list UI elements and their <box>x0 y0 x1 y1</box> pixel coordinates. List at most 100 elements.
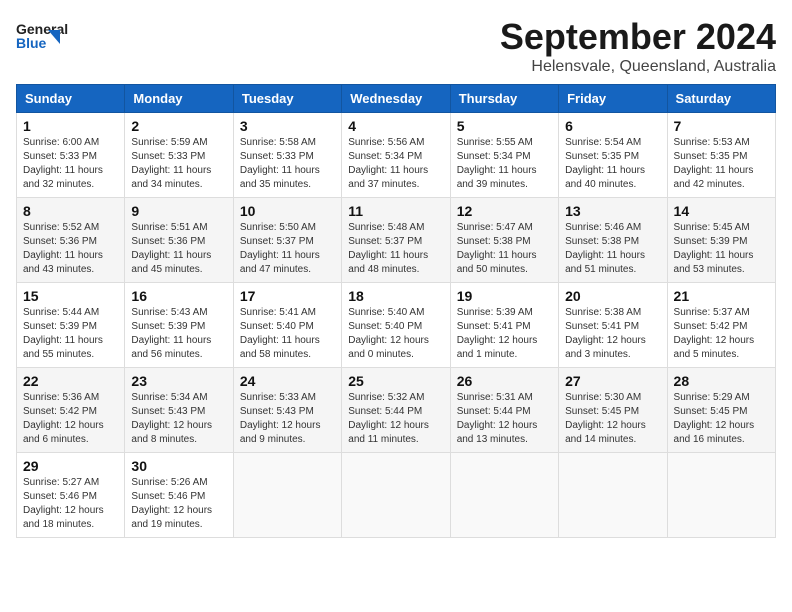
calendar-cell: 12 Sunrise: 5:47 AM Sunset: 5:38 PM Dayli… <box>450 198 558 283</box>
calendar-cell: 13 Sunrise: 5:46 AM Sunset: 5:38 PM Dayli… <box>559 198 667 283</box>
day-info: Sunrise: 5:38 AM Sunset: 5:41 PM Dayligh… <box>565 306 660 362</box>
day-number: 4 <box>348 118 443 134</box>
day-info: Sunrise: 5:27 AM Sunset: 5:46 PM Dayligh… <box>23 476 118 532</box>
day-number: 1 <box>23 118 118 134</box>
calendar-cell: 6 Sunrise: 5:54 AM Sunset: 5:35 PM Daylig… <box>559 113 667 198</box>
day-info: Sunrise: 5:26 AM Sunset: 5:46 PM Dayligh… <box>131 476 226 532</box>
calendar-cell: 17 Sunrise: 5:41 AM Sunset: 5:40 PM Dayli… <box>233 283 341 368</box>
calendar-cell: 3 Sunrise: 5:58 AM Sunset: 5:33 PM Daylig… <box>233 113 341 198</box>
calendar-cell <box>559 453 667 538</box>
calendar-cell <box>450 453 558 538</box>
day-number: 3 <box>240 118 335 134</box>
calendar-week-5: 29 Sunrise: 5:27 AM Sunset: 5:46 PM Dayli… <box>17 453 776 538</box>
day-info: Sunrise: 5:56 AM Sunset: 5:34 PM Dayligh… <box>348 136 443 192</box>
day-number: 5 <box>457 118 552 134</box>
day-number: 2 <box>131 118 226 134</box>
day-number: 26 <box>457 373 552 389</box>
calendar-cell <box>667 453 775 538</box>
day-info: Sunrise: 5:52 AM Sunset: 5:36 PM Dayligh… <box>23 221 118 277</box>
day-number: 7 <box>674 118 769 134</box>
day-info: Sunrise: 5:58 AM Sunset: 5:33 PM Dayligh… <box>240 136 335 192</box>
day-number: 28 <box>674 373 769 389</box>
calendar-cell: 23 Sunrise: 5:34 AM Sunset: 5:43 PM Dayli… <box>125 368 233 453</box>
day-number: 20 <box>565 288 660 304</box>
day-number: 10 <box>240 203 335 219</box>
calendar-week-2: 8 Sunrise: 5:52 AM Sunset: 5:36 PM Daylig… <box>17 198 776 283</box>
calendar-cell: 8 Sunrise: 5:52 AM Sunset: 5:36 PM Daylig… <box>17 198 125 283</box>
day-info: Sunrise: 5:33 AM Sunset: 5:43 PM Dayligh… <box>240 391 335 447</box>
day-info: Sunrise: 5:40 AM Sunset: 5:40 PM Dayligh… <box>348 306 443 362</box>
day-number: 22 <box>23 373 118 389</box>
calendar-cell: 1 Sunrise: 6:00 AM Sunset: 5:33 PM Daylig… <box>17 113 125 198</box>
day-number: 13 <box>565 203 660 219</box>
day-number: 8 <box>23 203 118 219</box>
calendar-cell: 20 Sunrise: 5:38 AM Sunset: 5:41 PM Dayli… <box>559 283 667 368</box>
location-title: Helensvale, Queensland, Australia <box>500 58 776 76</box>
day-info: Sunrise: 6:00 AM Sunset: 5:33 PM Dayligh… <box>23 136 118 192</box>
title-section: September 2024 Helensvale, Queensland, A… <box>500 16 776 76</box>
weekday-header-friday: Friday <box>559 85 667 113</box>
calendar-cell: 22Sunrise: 5:36 AM Sunset: 5:42 PM Dayli… <box>17 368 125 453</box>
day-number: 12 <box>457 203 552 219</box>
day-info: Sunrise: 5:34 AM Sunset: 5:43 PM Dayligh… <box>131 391 226 447</box>
day-number: 17 <box>240 288 335 304</box>
weekday-header-row: SundayMondayTuesdayWednesdayThursdayFrid… <box>17 85 776 113</box>
day-number: 16 <box>131 288 226 304</box>
calendar-cell <box>233 453 341 538</box>
weekday-header-thursday: Thursday <box>450 85 558 113</box>
day-number: 11 <box>348 203 443 219</box>
day-number: 29 <box>23 458 118 474</box>
day-number: 14 <box>674 203 769 219</box>
day-number: 23 <box>131 373 226 389</box>
calendar-cell <box>342 453 450 538</box>
day-info: Sunrise: 5:44 AM Sunset: 5:39 PM Dayligh… <box>23 306 118 362</box>
calendar-cell: 25 Sunrise: 5:32 AM Sunset: 5:44 PM Dayli… <box>342 368 450 453</box>
day-info: Sunrise: 5:32 AM Sunset: 5:44 PM Dayligh… <box>348 391 443 447</box>
day-info: Sunrise: 5:30 AM Sunset: 5:45 PM Dayligh… <box>565 391 660 447</box>
day-info: Sunrise: 5:55 AM Sunset: 5:34 PM Dayligh… <box>457 136 552 192</box>
calendar-cell: 26 Sunrise: 5:31 AM Sunset: 5:44 PM Dayli… <box>450 368 558 453</box>
day-info: Sunrise: 5:59 AM Sunset: 5:33 PM Dayligh… <box>131 136 226 192</box>
calendar-cell: 7 Sunrise: 5:53 AM Sunset: 5:35 PM Daylig… <box>667 113 775 198</box>
calendar-cell: 14 Sunrise: 5:45 AM Sunset: 5:39 PM Dayli… <box>667 198 775 283</box>
calendar-cell: 2 Sunrise: 5:59 AM Sunset: 5:33 PM Daylig… <box>125 113 233 198</box>
day-number: 27 <box>565 373 660 389</box>
weekday-header-tuesday: Tuesday <box>233 85 341 113</box>
calendar-cell: 28 Sunrise: 5:29 AM Sunset: 5:45 PM Dayli… <box>667 368 775 453</box>
day-info: Sunrise: 5:29 AM Sunset: 5:45 PM Dayligh… <box>674 391 769 447</box>
calendar-cell: 15 Sunrise: 5:44 AM Sunset: 5:39 PM Dayli… <box>17 283 125 368</box>
calendar-cell: 24Sunrise: 5:33 AM Sunset: 5:43 PM Dayli… <box>233 368 341 453</box>
day-number: 15 <box>23 288 118 304</box>
day-info: Sunrise: 5:37 AM Sunset: 5:42 PM Dayligh… <box>674 306 769 362</box>
page-header: General Blue September 2024 Helensvale, … <box>16 16 776 76</box>
calendar-cell: 16 Sunrise: 5:43 AM Sunset: 5:39 PM Dayli… <box>125 283 233 368</box>
day-number: 19 <box>457 288 552 304</box>
day-info: Sunrise: 5:53 AM Sunset: 5:35 PM Dayligh… <box>674 136 769 192</box>
weekday-header-saturday: Saturday <box>667 85 775 113</box>
day-info: Sunrise: 5:31 AM Sunset: 5:44 PM Dayligh… <box>457 391 552 447</box>
calendar-week-1: 1 Sunrise: 6:00 AM Sunset: 5:33 PM Daylig… <box>17 113 776 198</box>
day-number: 25 <box>348 373 443 389</box>
calendar-week-4: 22Sunrise: 5:36 AM Sunset: 5:42 PM Dayli… <box>17 368 776 453</box>
day-info: Sunrise: 5:41 AM Sunset: 5:40 PM Dayligh… <box>240 306 335 362</box>
calendar-week-3: 15 Sunrise: 5:44 AM Sunset: 5:39 PM Dayli… <box>17 283 776 368</box>
logo-icon: General Blue <box>16 16 68 56</box>
calendar-cell: 4 Sunrise: 5:56 AM Sunset: 5:34 PM Daylig… <box>342 113 450 198</box>
day-info: Sunrise: 5:50 AM Sunset: 5:37 PM Dayligh… <box>240 221 335 277</box>
weekday-header-wednesday: Wednesday <box>342 85 450 113</box>
day-number: 9 <box>131 203 226 219</box>
calendar-cell: 29 Sunrise: 5:27 AM Sunset: 5:46 PM Dayli… <box>17 453 125 538</box>
day-info: Sunrise: 5:45 AM Sunset: 5:39 PM Dayligh… <box>674 221 769 277</box>
day-info: Sunrise: 5:43 AM Sunset: 5:39 PM Dayligh… <box>131 306 226 362</box>
day-info: Sunrise: 5:39 AM Sunset: 5:41 PM Dayligh… <box>457 306 552 362</box>
day-info: Sunrise: 5:47 AM Sunset: 5:38 PM Dayligh… <box>457 221 552 277</box>
day-info: Sunrise: 5:46 AM Sunset: 5:38 PM Dayligh… <box>565 221 660 277</box>
day-number: 21 <box>674 288 769 304</box>
calendar-table: SundayMondayTuesdayWednesdayThursdayFrid… <box>16 84 776 538</box>
calendar-cell: 5 Sunrise: 5:55 AM Sunset: 5:34 PM Daylig… <box>450 113 558 198</box>
calendar-cell: 19 Sunrise: 5:39 AM Sunset: 5:41 PM Dayli… <box>450 283 558 368</box>
day-number: 6 <box>565 118 660 134</box>
calendar-cell: 30Sunrise: 5:26 AM Sunset: 5:46 PM Dayli… <box>125 453 233 538</box>
calendar-cell: 27 Sunrise: 5:30 AM Sunset: 5:45 PM Dayli… <box>559 368 667 453</box>
day-info: Sunrise: 5:54 AM Sunset: 5:35 PM Dayligh… <box>565 136 660 192</box>
